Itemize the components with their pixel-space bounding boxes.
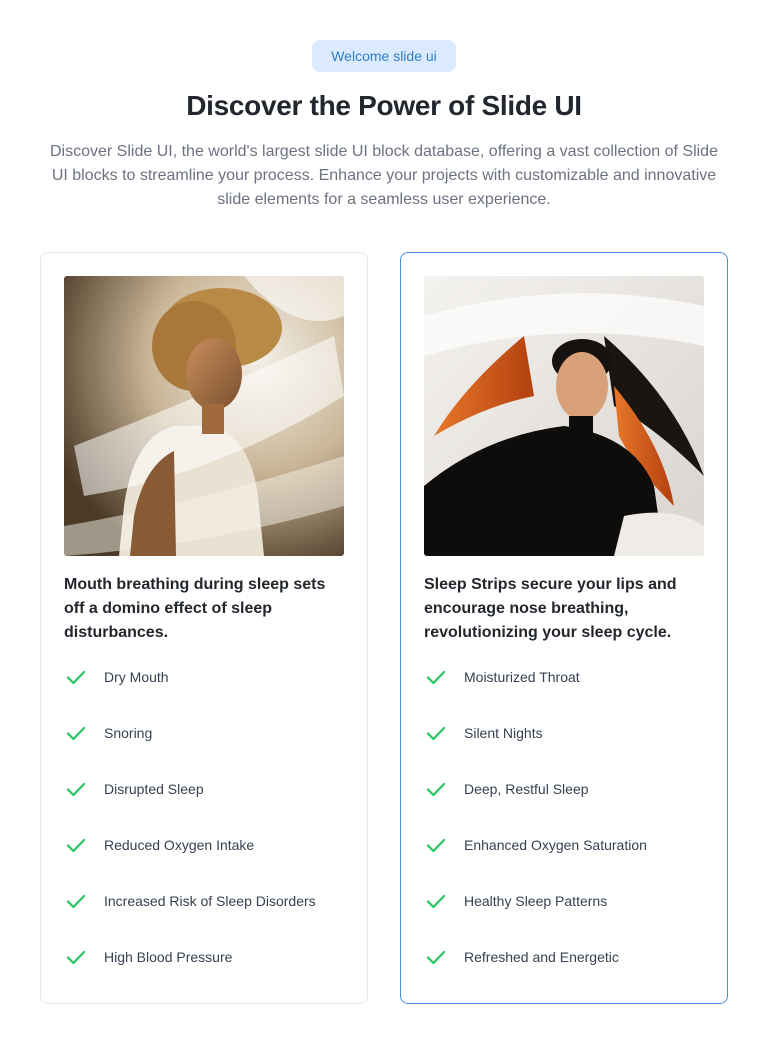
feature-label: Reduced Oxygen Intake [104,837,255,853]
check-icon [424,945,448,969]
page-title: Discover the Power of Slide UI [186,90,582,121]
list-item: Moisturized Throat [424,665,714,721]
list-item: Snoring [64,721,354,777]
feature-label: Disrupted Sleep [104,781,204,797]
welcome-badge: Welcome slide ui [312,40,456,72]
feature-label: Increased Risk of Sleep Disorders [104,893,316,909]
card-heading: Sleep Strips secure your lips and encour… [424,576,677,641]
list-item: Reduced Oxygen Intake [64,833,354,889]
page-subtitle: Discover Slide UI, the world's largest s… [50,143,718,208]
check-icon [424,721,448,745]
check-icon [64,665,88,689]
feature-label: Deep, Restful Sleep [464,781,589,797]
check-icon [424,889,448,913]
list-item: Silent Nights [424,721,714,777]
feature-label: Moisturized Throat [464,669,580,685]
solution-card[interactable]: Sleep Strips secure your lips and encour… [400,252,728,1004]
card-photo [64,276,344,556]
list-item: Disrupted Sleep [64,777,354,833]
list-item: Refreshed and Energetic [424,945,714,1001]
check-icon [424,833,448,857]
list-item: Dry Mouth [64,665,354,721]
list-item: Deep, Restful Sleep [424,777,714,833]
list-item: High Blood Pressure [64,945,354,1001]
list-item: Increased Risk of Sleep Disorders [64,889,354,945]
check-icon [64,777,88,801]
problem-card[interactable]: Mouth breathing during sleep sets off a … [40,252,368,1004]
check-icon [64,721,88,745]
page: Welcome slide ui Discover the Power of S… [0,0,768,1044]
feature-label: Enhanced Oxygen Saturation [464,837,647,853]
card-heading: Mouth breathing during sleep sets off a … [64,576,326,641]
feature-label: High Blood Pressure [104,949,233,965]
check-icon [64,833,88,857]
woman-flowing-hair-photo [424,276,704,556]
check-icon [64,945,88,969]
list-item: Enhanced Oxygen Saturation [424,833,714,889]
feature-label: Refreshed and Energetic [464,949,619,965]
check-icon [424,777,448,801]
feature-label: Dry Mouth [104,669,169,685]
card-photo [424,276,704,556]
feature-label: Snoring [104,725,153,741]
check-icon [424,665,448,689]
woman-curly-hair-photo [64,276,344,556]
feature-list: Dry Mouth Snoring Disrupted Sleep Reduce… [64,665,354,1001]
check-icon [64,889,88,913]
list-item: Healthy Sleep Patterns [424,889,714,945]
feature-list: Moisturized Throat Silent Nights Deep, R… [424,665,714,1001]
feature-label: Silent Nights [464,725,543,741]
feature-label: Healthy Sleep Patterns [464,893,608,909]
